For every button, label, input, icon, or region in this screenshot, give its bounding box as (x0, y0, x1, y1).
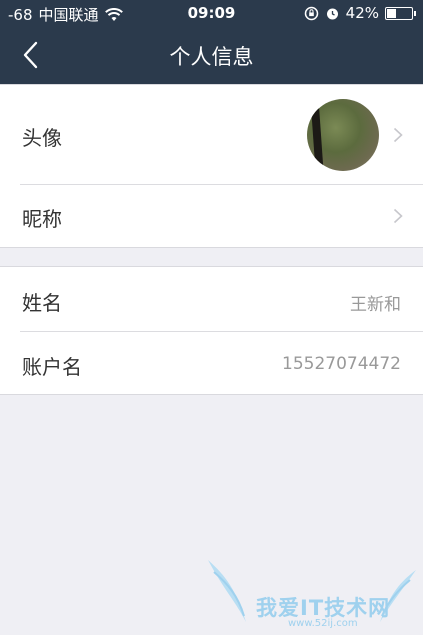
name-value: 王新和 (350, 295, 401, 315)
account-value: 15527074472 (282, 354, 401, 374)
status-bar: -68 中国联通 09:09 42% (0, 0, 423, 26)
nickname-label: 昵称 (22, 207, 62, 231)
info-group: 姓名 王新和 账户名 15527074472 (0, 266, 423, 395)
account-label: 账户名 (22, 355, 82, 379)
battery-percent: 42% (345, 4, 379, 22)
avatar-label: 头像 (22, 126, 62, 150)
avatar[interactable] (307, 99, 379, 171)
account-row: 账户名 15527074472 (0, 332, 423, 395)
battery-icon (385, 6, 416, 20)
page-title: 个人信息 (169, 45, 254, 69)
navigation-bar: 个人信息 (0, 26, 423, 85)
avatar-row[interactable]: 头像 (0, 85, 423, 184)
status-right: 42% (304, 4, 416, 22)
top-bar: -68 中国联通 09:09 42% 个人信息 (0, 0, 423, 85)
watermark: 我爱IT技术网 www.52ij.com (206, 556, 418, 630)
chevron-right-icon (393, 127, 403, 143)
rotation-lock-icon (304, 6, 318, 20)
nickname-row[interactable]: 昵称 (0, 185, 423, 248)
watermark-url: www.52ij.com (288, 618, 358, 629)
chevron-right-icon (393, 208, 403, 224)
name-row: 姓名 王新和 (0, 267, 423, 331)
profile-group: 头像 昵称 (0, 84, 423, 248)
alarm-icon (326, 8, 338, 19)
name-label: 姓名 (22, 291, 62, 315)
battery-level-fill (387, 8, 397, 18)
avatar-photo-detail (310, 99, 324, 171)
